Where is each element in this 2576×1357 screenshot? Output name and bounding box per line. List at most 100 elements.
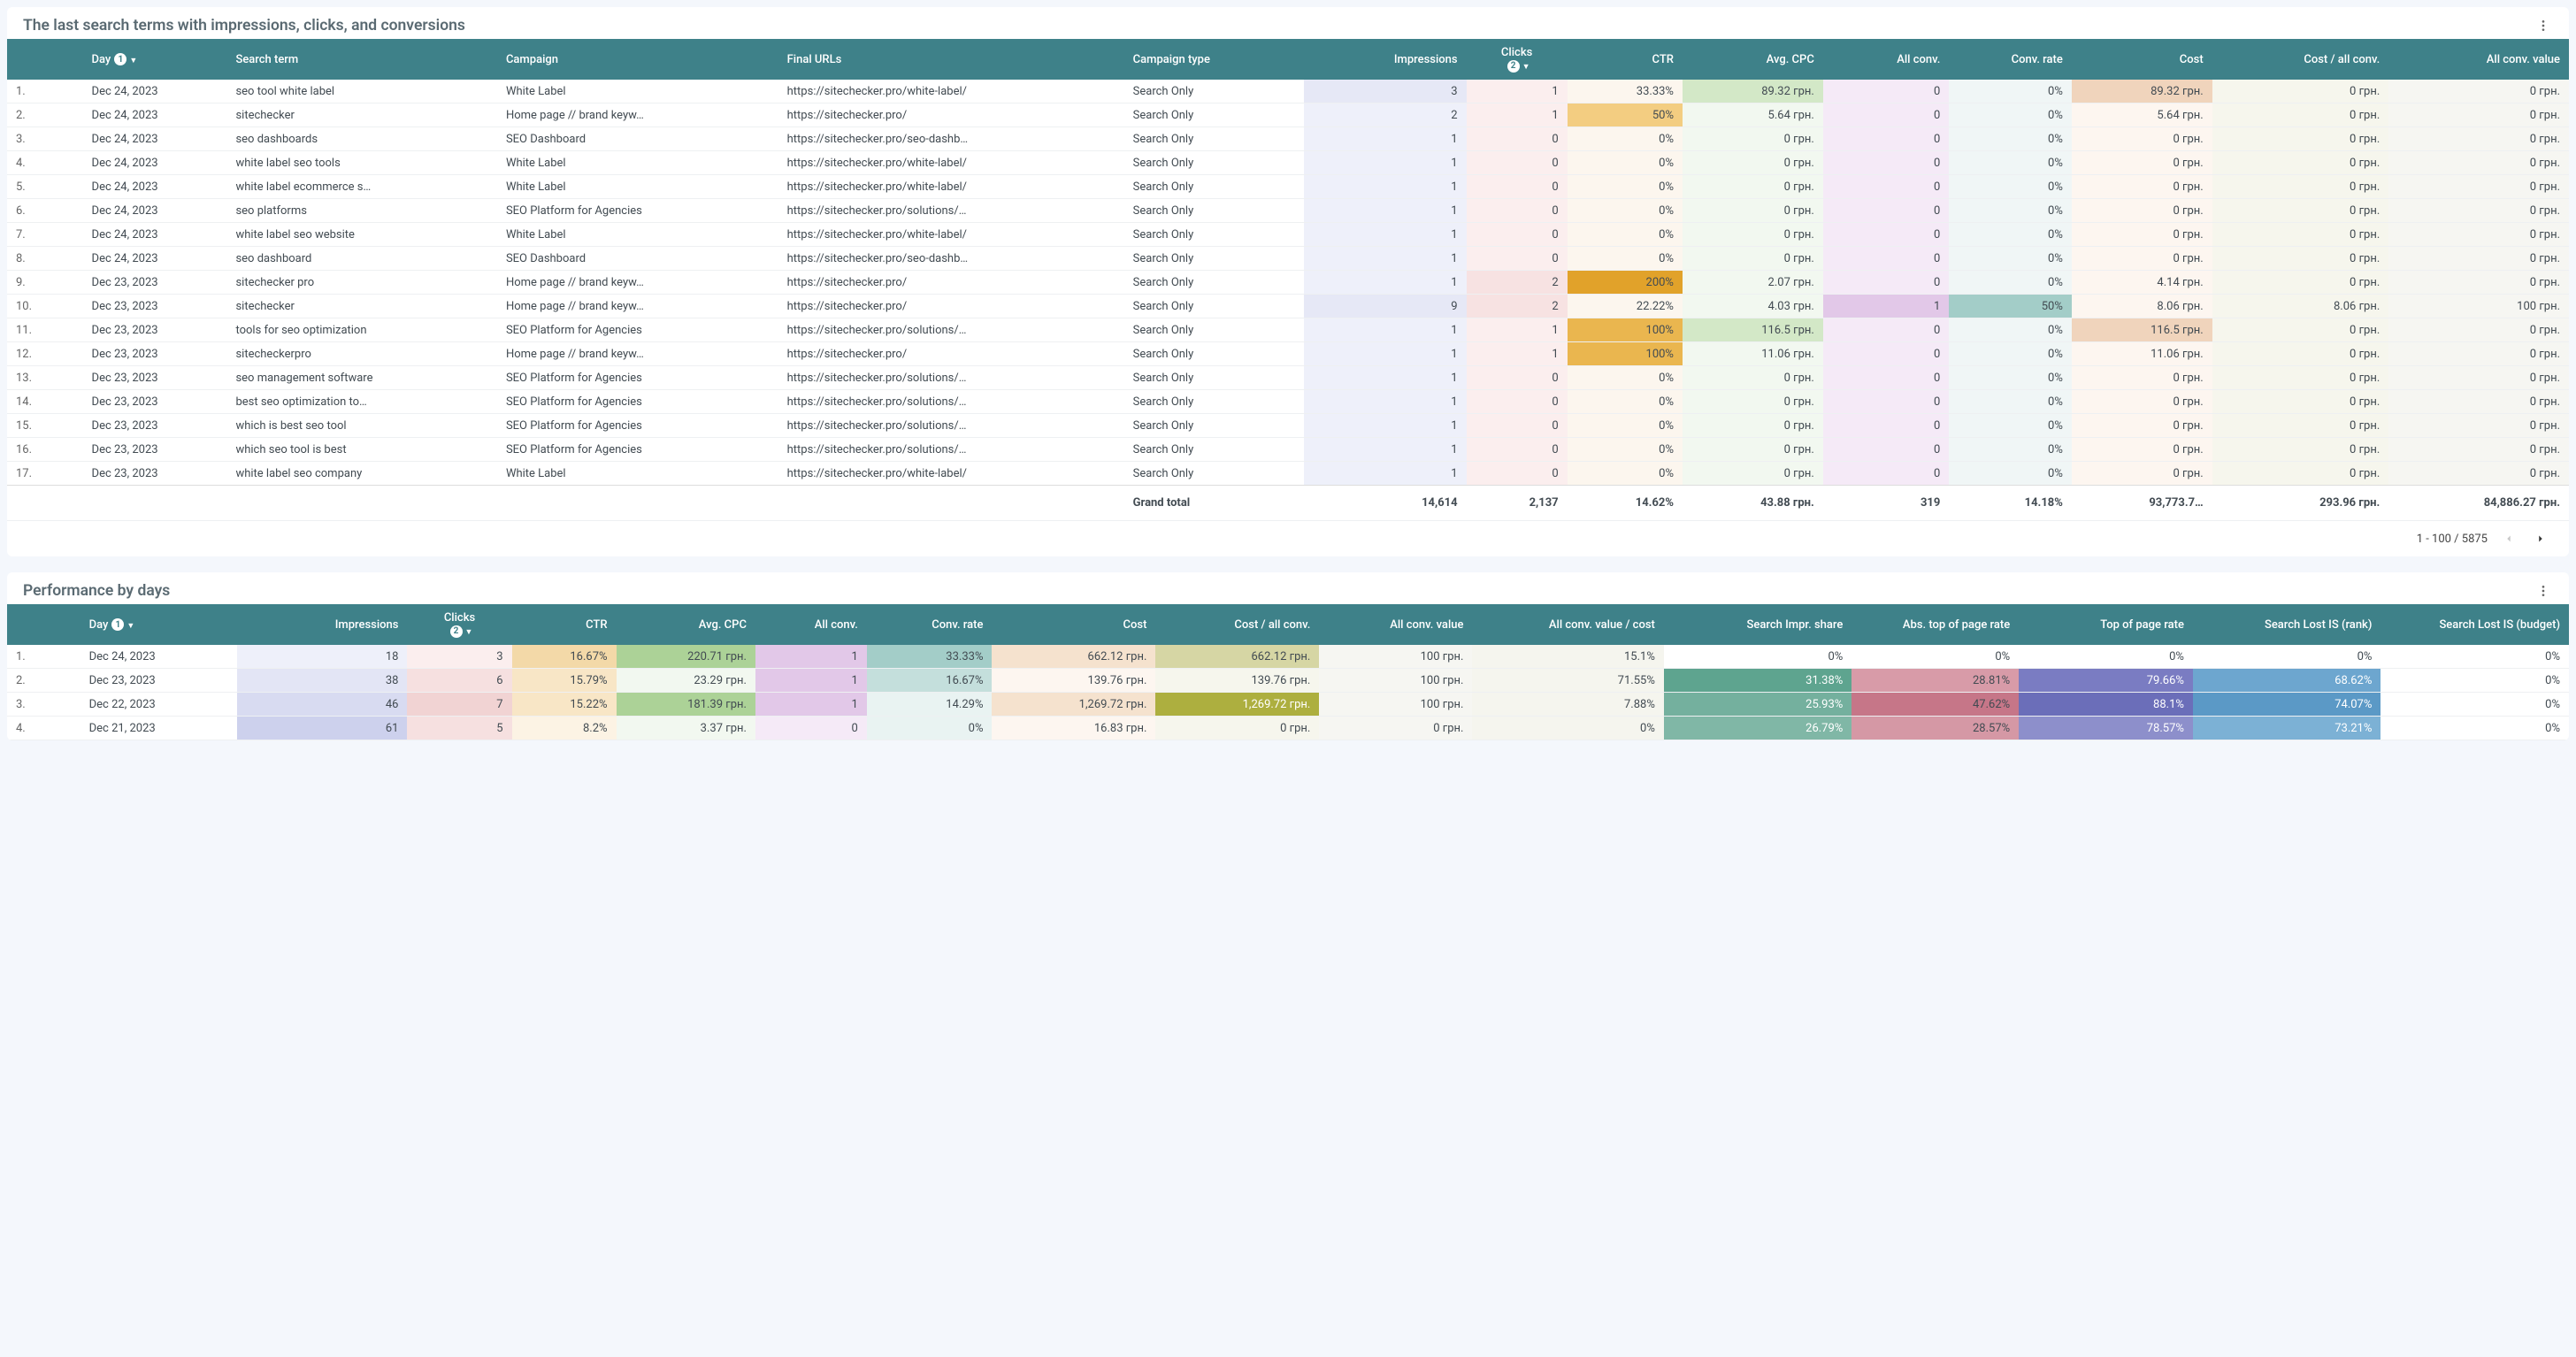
table-row[interactable]: 7.Dec 24, 2023white label seo websiteWhi…: [7, 223, 2569, 247]
col-allconvvaluecost[interactable]: All conv. value / cost: [1472, 604, 1663, 645]
table-row[interactable]: 4.Dec 24, 2023white label seo toolsWhite…: [7, 151, 2569, 175]
cell-ctr: 50%: [1568, 104, 1683, 127]
cell-allconvvaluecost: 0%: [1472, 717, 1663, 740]
cell-allconv: 0: [1823, 223, 1950, 247]
cell-clicks: 1: [1467, 318, 1568, 342]
cell-url: https://sitechecker.pro/: [778, 342, 1124, 366]
cell-url: https://sitechecker.pro/solutions/…: [778, 390, 1124, 414]
cell-cpc: 89.32 грн.: [1683, 80, 1823, 104]
table-row[interactable]: 2.Dec 23, 202338615.79%23.29 грн.116.67%…: [7, 669, 2569, 693]
sort-desc-icon: ▼: [465, 628, 473, 637]
kebab-icon: [2536, 19, 2550, 33]
col-allconvvalue[interactable]: All conv. value: [1319, 604, 1472, 645]
table-row[interactable]: 13.Dec 23, 2023seo management softwareSE…: [7, 366, 2569, 390]
table-row[interactable]: 1.Dec 24, 2023seo tool white labelWhite …: [7, 80, 2569, 104]
col-campaign-type[interactable]: Campaign type: [1124, 39, 1305, 80]
table-row[interactable]: 12.Dec 23, 2023sitecheckerproHome page /…: [7, 342, 2569, 366]
cell-type: Search Only: [1124, 199, 1305, 223]
cell-type: Search Only: [1124, 151, 1305, 175]
cell-ctr: 0%: [1568, 462, 1683, 486]
col-impressions[interactable]: Impressions: [1304, 39, 1466, 80]
col-impressions[interactable]: Impressions: [237, 604, 408, 645]
cell-cpc: 0 грн.: [1683, 462, 1823, 486]
cell-costconv: 139.76 грн.: [1155, 669, 1319, 693]
col-costconv[interactable]: Cost / all conv.: [2212, 39, 2389, 80]
col-convrate[interactable]: Conv. rate: [867, 604, 993, 645]
col-index[interactable]: [7, 39, 83, 80]
table-row[interactable]: 8.Dec 24, 2023seo dashboardSEO Dashboard…: [7, 247, 2569, 271]
cell-allconv: 1: [755, 669, 867, 693]
cell-index: 1.: [7, 80, 83, 104]
table-row[interactable]: 2.Dec 24, 2023sitecheckerHome page // br…: [7, 104, 2569, 127]
cell-ctr: 0%: [1568, 175, 1683, 199]
col-top-page-rate[interactable]: Top of page rate: [2019, 604, 2193, 645]
cell-cost: 0 грн.: [2072, 223, 2212, 247]
col-cost[interactable]: Cost: [2072, 39, 2212, 80]
table-row[interactable]: 4.Dec 21, 20236158.2%3.37 грн.00%16.83 г…: [7, 717, 2569, 740]
col-day[interactable]: Day1▼: [80, 604, 237, 645]
cell-index: 6.: [7, 199, 83, 223]
cell-ctr: 0%: [1568, 223, 1683, 247]
col-clicks[interactable]: Clicks2▼: [407, 604, 511, 645]
table-row[interactable]: 17.Dec 23, 2023white label seo companyWh…: [7, 462, 2569, 486]
prev-page-button[interactable]: [2498, 528, 2519, 549]
col-search-impr-share[interactable]: Search Impr. share: [1664, 604, 1852, 645]
col-allconv[interactable]: All conv.: [1823, 39, 1950, 80]
table-row[interactable]: 5.Dec 24, 2023white label ecommerce s…Wh…: [7, 175, 2569, 199]
table-row[interactable]: 15.Dec 23, 2023which is best seo toolSEO…: [7, 414, 2569, 438]
cell-ctr: 8.2%: [512, 717, 617, 740]
cell-impressions: 18: [237, 645, 408, 669]
cell-day: Dec 24, 2023: [83, 80, 227, 104]
more-options-button[interactable]: [2534, 16, 2553, 35]
more-options-button[interactable]: [2534, 581, 2553, 601]
cell-type: Search Only: [1124, 127, 1305, 151]
cell-clicks: 6: [407, 669, 511, 693]
col-clicks[interactable]: Clicks2▼: [1467, 39, 1568, 80]
cell-convrate: 0%: [1949, 342, 2071, 366]
table-row[interactable]: 14.Dec 23, 2023best seo optimization to……: [7, 390, 2569, 414]
col-abs-top-rate[interactable]: Abs. top of page rate: [1852, 604, 2019, 645]
next-page-button[interactable]: [2530, 528, 2551, 549]
cell-cost: 11.06 грн.: [2072, 342, 2212, 366]
col-search-term[interactable]: Search term: [226, 39, 496, 80]
col-index[interactable]: [7, 604, 80, 645]
cell-cost: 0 грн.: [2072, 390, 2212, 414]
cell-allval: 100 грн.: [2388, 295, 2569, 318]
cell-top-page-rate: 88.1%: [2019, 693, 2193, 717]
cell-allconv: 0: [755, 717, 867, 740]
cell-term: sitechecker pro: [226, 271, 496, 295]
col-convrate[interactable]: Conv. rate: [1949, 39, 2071, 80]
cell-impressions: 1: [1304, 366, 1466, 390]
cell-allconv: 0: [1823, 462, 1950, 486]
table-row[interactable]: 6.Dec 24, 2023seo platformsSEO Platform …: [7, 199, 2569, 223]
cell-index: 9.: [7, 271, 83, 295]
table-row[interactable]: 3.Dec 22, 202346715.22%181.39 грн.114.29…: [7, 693, 2569, 717]
cell-type: Search Only: [1124, 462, 1305, 486]
cell-search-impr-share: 26.79%: [1664, 717, 1852, 740]
cell-cpc: 0 грн.: [1683, 247, 1823, 271]
col-cpc[interactable]: Avg. CPC: [617, 604, 755, 645]
cell-convrate: 0%: [867, 717, 993, 740]
table-row[interactable]: 1.Dec 24, 202318316.67%220.71 грн.133.33…: [7, 645, 2569, 669]
table-row[interactable]: 3.Dec 24, 2023seo dashboardsSEO Dashboar…: [7, 127, 2569, 151]
cell-impressions: 46: [237, 693, 408, 717]
col-campaign[interactable]: Campaign: [497, 39, 778, 80]
table-row[interactable]: 10.Dec 23, 2023sitecheckerHome page // b…: [7, 295, 2569, 318]
col-lost-is-budget[interactable]: Search Lost IS (budget): [2380, 604, 2569, 645]
col-ctr[interactable]: CTR: [1568, 39, 1683, 80]
col-costallconv[interactable]: Cost / all conv.: [1155, 604, 1319, 645]
table-row[interactable]: 16.Dec 23, 2023which seo tool is bestSEO…: [7, 438, 2569, 462]
col-cost[interactable]: Cost: [992, 604, 1155, 645]
col-allconv[interactable]: All conv.: [755, 604, 867, 645]
cell-allconvvaluecost: 71.55%: [1472, 669, 1663, 693]
table-row[interactable]: 11.Dec 23, 2023tools for seo optimizatio…: [7, 318, 2569, 342]
col-day[interactable]: Day1▼: [83, 39, 227, 80]
col-lost-is-rank[interactable]: Search Lost IS (rank): [2193, 604, 2380, 645]
cell-term: sitechecker: [226, 295, 496, 318]
col-cpc[interactable]: Avg. CPC: [1683, 39, 1823, 80]
col-allconvvalue[interactable]: All conv. value: [2388, 39, 2569, 80]
cell-allval: 0 грн.: [2388, 80, 2569, 104]
col-ctr[interactable]: CTR: [512, 604, 617, 645]
table-row[interactable]: 9.Dec 23, 2023sitechecker proHome page /…: [7, 271, 2569, 295]
col-final-urls[interactable]: Final URLs: [778, 39, 1124, 80]
